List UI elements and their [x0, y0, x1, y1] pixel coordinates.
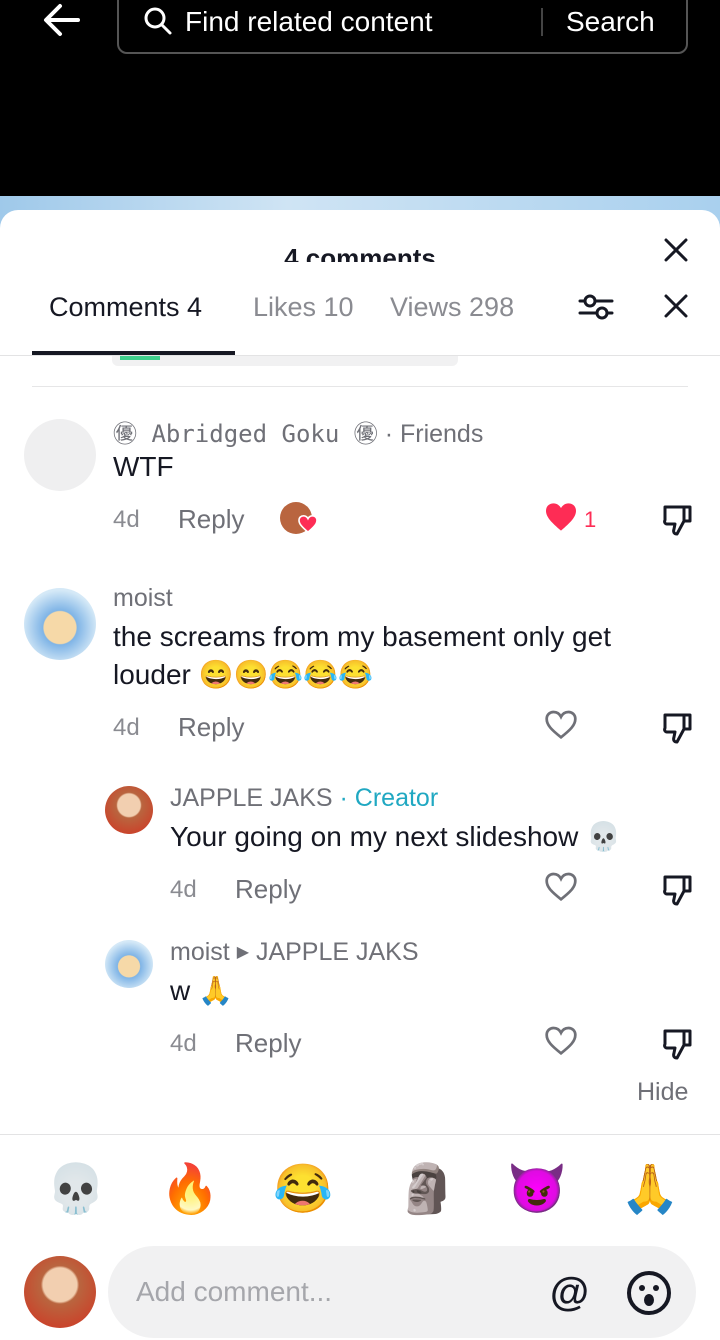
tab-fade [520, 284, 560, 334]
reply-text: Your going on my next slideshow 💀 [170, 821, 621, 852]
comment-composer: Add comment... @ [0, 1246, 720, 1340]
comment-text: the screams from my basement only get lo… [113, 621, 611, 690]
close-icon[interactable] [662, 236, 690, 269]
mention-at-icon[interactable]: @ [550, 1270, 589, 1315]
dislike-icon[interactable] [662, 504, 692, 541]
add-comment-placeholder: Add comment... [136, 1276, 333, 1307]
active-tab-indicator [32, 351, 235, 355]
tab-likes[interactable]: Likes 10 [253, 292, 354, 323]
liked-heart-icon[interactable] [544, 502, 578, 537]
reply-button[interactable]: Reply [235, 1028, 301, 1059]
my-avatar [24, 1256, 96, 1328]
back-arrow-icon[interactable] [40, 0, 84, 44]
small-heart-icon [298, 514, 318, 538]
fire-emoji-button[interactable]: 🔥 [160, 1160, 220, 1220]
sheet-title: 4 comments [284, 243, 436, 262]
tab-comments[interactable]: Comments 4 [49, 292, 202, 323]
devil-emoji-button[interactable]: 😈 [507, 1160, 567, 1220]
emoji-picker-icon[interactable] [626, 1270, 672, 1321]
reply-text: w 🙏 [170, 975, 233, 1006]
comment-text: WTF [113, 451, 174, 482]
avatar[interactable] [105, 786, 153, 834]
tab-views[interactable]: Views 298 [390, 292, 524, 323]
add-comment-input[interactable]: Add comment... @ [108, 1246, 696, 1338]
reply-time: 4d [170, 1030, 197, 1057]
reply-time: 4d [170, 876, 197, 903]
avatar[interactable] [24, 419, 96, 491]
search-divider [541, 8, 543, 36]
close-icon[interactable] [662, 292, 690, 325]
hide-replies-button[interactable]: Hide [637, 1078, 688, 1107]
search-icon [143, 6, 173, 41]
skull-emoji-button[interactable]: 💀 [46, 1160, 106, 1220]
heart-outline-icon[interactable] [544, 710, 578, 745]
dislike-icon[interactable] [662, 874, 692, 911]
comment-username[interactable]: ㊝ Abridged Goku ㊝ · Friends [113, 414, 483, 449]
reply-button[interactable]: Reply [178, 504, 244, 535]
comment-time: 4d [113, 506, 140, 533]
dislike-icon[interactable] [662, 712, 692, 749]
search-bar[interactable]: Find related content Search [117, 0, 688, 54]
search-input[interactable]: Find related content [185, 6, 433, 38]
reply-button[interactable]: Reply [235, 874, 301, 905]
reply-username[interactable]: moist ▶ JAPPLE JAKS [170, 938, 419, 967]
like-count: 1 [584, 507, 597, 532]
reply-username[interactable]: JAPPLE JAKS · Creator [170, 784, 438, 813]
top-bar: Find related content Search [0, 0, 720, 196]
previous-comment-edge [112, 356, 458, 366]
reply-arrow-icon: ▶ [236, 944, 249, 961]
tab-bar: Comments 4 Likes 10 Views 298 [0, 278, 720, 356]
divider [32, 386, 688, 387]
comments-sheet: 4 comments Comments 4 Likes 10 Views 298… [0, 210, 720, 1340]
divider [0, 1134, 720, 1135]
heart-outline-icon[interactable] [544, 1026, 578, 1061]
heart-outline-icon[interactable] [544, 872, 578, 907]
avatar[interactable] [24, 588, 96, 660]
comment-time: 4d [113, 714, 140, 741]
laughing-emoji-button[interactable]: 😂 [273, 1160, 333, 1220]
previous-comment-badge [120, 356, 160, 360]
avatar[interactable] [105, 940, 153, 988]
filter-sliders-icon[interactable] [578, 292, 614, 327]
reply-button[interactable]: Reply [178, 712, 244, 743]
dislike-icon[interactable] [662, 1028, 692, 1065]
comment-username[interactable]: moist [113, 584, 173, 613]
search-button[interactable]: Search [566, 6, 655, 38]
pray-emoji-button[interactable]: 🙏 [620, 1160, 680, 1220]
moai-emoji-button[interactable]: 🗿 [397, 1160, 457, 1220]
quick-emoji-bar: 💀 🔥 😂 🗿 😈 🙏 [0, 1160, 720, 1224]
